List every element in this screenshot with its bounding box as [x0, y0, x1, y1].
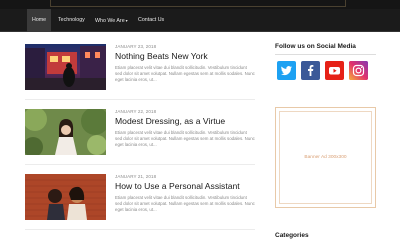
nav-item-label: Who We Are: [95, 18, 125, 24]
post-divider: [25, 229, 255, 230]
header-frame: [50, 0, 346, 7]
twitter-button[interactable]: [277, 61, 296, 80]
banner-ad-inner: Banner Ad 300x300: [279, 111, 372, 204]
post-title[interactable]: Nothing Beats New York: [115, 51, 208, 61]
woman-portrait-image: [25, 109, 106, 155]
top-header-strip: [0, 0, 400, 9]
widget-title-rule: [275, 54, 376, 55]
nav-item-label: Technology: [58, 17, 85, 23]
post-date: JANUARY 22, 2018: [115, 109, 157, 114]
chevron-down-icon: ▾: [125, 18, 128, 23]
twitter-icon: [281, 66, 292, 76]
nav-item-contact-us[interactable]: Contact Us: [133, 9, 169, 32]
new-york-street-image: [25, 44, 106, 90]
youtube-button[interactable]: [325, 61, 344, 80]
nav-item-who-we-are[interactable]: Who We Are▾: [90, 9, 133, 32]
post-excerpt: Etiam placerat velit vitae dui blandit s…: [115, 195, 255, 212]
post-divider: [25, 99, 255, 100]
nav-item-label: Home: [32, 17, 47, 23]
post-date: JANUARY 23, 2018: [115, 44, 157, 49]
post-excerpt: Etiam placerat velit vitae dui blandit s…: [115, 130, 255, 147]
post-title[interactable]: How to Use a Personal Assistant: [115, 181, 240, 191]
post-card: JANUARY 22, 2018 Modest Dressing, as a V…: [25, 109, 255, 155]
main-nav: Home Technology Who We Are▾ Contact Us: [0, 9, 400, 32]
social-widget-title: Follow us on Social Media: [275, 43, 356, 50]
post-card: JANUARY 23, 2018 Nothing Beats New York …: [25, 44, 255, 90]
post-excerpt: Etiam placerat velit vitae dui blandit s…: [115, 65, 255, 82]
facebook-button[interactable]: [301, 61, 320, 80]
nav-item-technology[interactable]: Technology: [53, 9, 90, 32]
instagram-icon: [349, 61, 368, 80]
post-date: JANUARY 21, 2018: [115, 174, 157, 179]
post-divider: [25, 164, 255, 165]
banner-ad[interactable]: Banner Ad 300x300: [275, 107, 376, 208]
categories-widget-title: Categories: [275, 232, 309, 239]
post-card: JANUARY 21, 2018 How to Use a Personal A…: [25, 174, 255, 220]
instagram-button[interactable]: [349, 61, 368, 80]
nav-item-label: Contact Us: [138, 17, 165, 23]
post-title[interactable]: Modest Dressing, as a Virtue: [115, 116, 225, 126]
banner-ad-label: Banner Ad 300x300: [304, 155, 347, 160]
nav-item-home[interactable]: Home: [27, 9, 52, 32]
post-thumbnail-new-york[interactable]: [25, 44, 106, 90]
youtube-icon: [329, 67, 340, 75]
post-thumbnail-personal-assistant[interactable]: [25, 174, 106, 220]
brick-wall-couple-image: [25, 174, 106, 220]
facebook-icon: [308, 65, 314, 76]
post-thumbnail-modest-dressing[interactable]: [25, 109, 106, 155]
